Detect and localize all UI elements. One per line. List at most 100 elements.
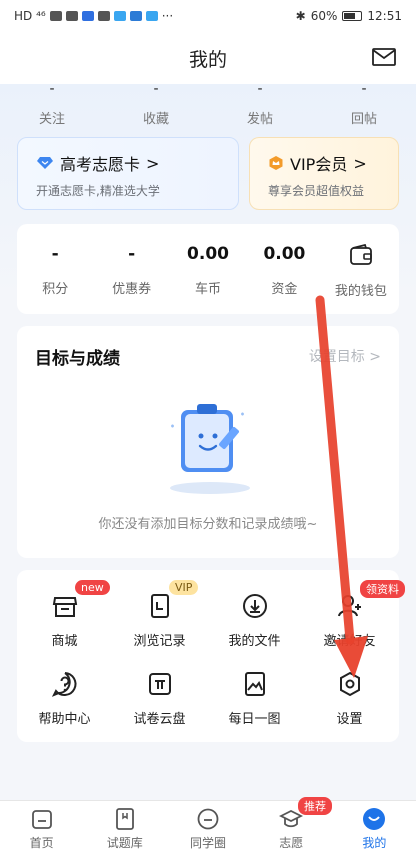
coupons-item[interactable]: - 优惠券 [93,244,169,299]
wallet-row: - 积分 - 优惠券 0.00 车币 0.00 资金 我的钱包 [17,243,399,299]
tool-invite-friends[interactable]: 邀请好友 [302,592,397,649]
chevron-right-icon: > [353,153,367,173]
crown-icon [269,156,283,170]
help-icon [51,672,76,697]
goal-empty-message: 你还没有添加目标分数和记录成绩哦~ [98,517,318,532]
more-notifications-icon: ··· [161,9,174,23]
stat-favorites[interactable]: - 收藏 [104,81,208,132]
stat-value: - [49,81,55,97]
tool-label: 浏览记录 [133,634,186,649]
home-icon [31,810,52,829]
stat-follow[interactable]: - 关注 [0,81,104,132]
tab-label: 同学圈 [190,836,227,850]
tab-label: 试题库 [106,836,143,850]
tool-history[interactable]: 浏览记录 [112,592,207,649]
wallet-card: - 积分 - 优惠券 0.00 车币 0.00 资金 我的钱包 [17,224,399,314]
tool-label: 帮助中心 [38,712,91,727]
search-notification-icon [129,11,142,21]
battery-percent: 60% [310,9,338,23]
chevron-right-icon: > [146,153,160,173]
gaokao-card-subtitle: 开通志愿卡,精准选大学 [36,184,160,198]
points-item[interactable]: - 积分 [17,244,93,299]
vip-card-title-row: VIP会员 > [268,151,367,175]
clock: 12:51 [367,9,402,23]
invite-icon [337,595,361,617]
community-icon [197,808,219,830]
tab-community[interactable]: 同学圈 [166,801,249,856]
question-bank-icon [115,808,134,830]
coupons-value: - [128,244,136,264]
stat-value: - [361,81,367,97]
stat-value: - [153,81,159,97]
shield-notification-icon [97,11,110,21]
funds-item[interactable]: 0.00 资金 [246,244,322,299]
tool-my-files[interactable]: 我的文件 [207,592,302,649]
tab-profile[interactable]: 我的 [333,801,416,856]
chevron-right-icon: > [369,349,381,365]
image-icon [244,672,265,696]
coins-value: 0.00 [187,244,229,264]
bluetooth-icon: ✱ [295,9,306,23]
tab-question-bank[interactable]: 试题库 [83,801,166,856]
stat-label: 回帖 [350,112,377,127]
tool-daily-image[interactable]: 每日一图 [207,670,302,727]
mail-icon[interactable] [372,48,396,66]
tool-settings[interactable]: 设置 [302,670,397,727]
goal-card: 目标与成绩 设置目标 > 你还没有添加目标分数和记录成绩哦~ [17,326,399,558]
coins-label: 车币 [195,282,222,297]
points-label: 积分 [42,282,69,297]
tool-exam-cloud[interactable]: 试卷云盘 [112,670,207,727]
bottom-tab-bar: 首页 试题库 同学圈 志愿 我的 [0,800,416,856]
stat-replies[interactable]: - 回帖 [312,81,416,132]
set-goal-link[interactable]: 设置目标 > [309,346,381,366]
gaokao-card-title: 高考志愿卡 [60,155,141,174]
app-notification-icon [81,11,94,21]
gaokao-card[interactable]: 高考志愿卡 > 开通志愿卡,精准选大学 [17,137,239,210]
recommend-badge: 推荐 [298,797,332,815]
coins-item[interactable]: 0.00 车币 [170,244,246,299]
battery-icon [342,11,363,21]
points-value: - [51,244,59,264]
coupons-label: 优惠券 [112,282,152,297]
download-icon [242,594,267,618]
free-materials-badge: 领资料 [360,580,405,598]
status-bar: HD ⁴⁶ ··· ✱ 60% 12:51 [0,0,416,32]
new-badge: new [75,580,110,595]
my-wallet-label: 我的钱包 [334,284,387,299]
stat-label: 关注 [38,112,65,127]
message-notification-icon [113,11,126,21]
tool-label: 商城 [51,634,78,649]
signal-icon [49,11,62,21]
wifi-icon [65,11,78,21]
tab-home[interactable]: 首页 [0,801,83,856]
stat-label: 收藏 [142,112,169,127]
tool-help-center[interactable]: 帮助中心 [17,670,112,727]
tool-label: 试卷云盘 [133,712,186,727]
tools-grid: 商城 new 浏览记录 VIP 我的文件 邀请好友 领资料 帮助中心 试卷云盘 … [17,570,405,742]
profile-stats: - 关注 - 收藏 - 发帖 - 回帖 [0,81,416,132]
stat-posts[interactable]: - 发帖 [208,81,312,132]
tool-shop[interactable]: 商城 [17,592,112,649]
tool-label: 我的文件 [228,634,281,649]
wallet-icon [349,243,372,265]
stat-value: - [257,81,263,97]
page-title: 我的 [188,48,227,71]
tab-label: 志愿 [279,836,304,850]
tab-label: 首页 [29,836,54,850]
network-label: HD ⁴⁶ [14,9,46,23]
profile-icon [363,808,386,830]
shop-icon [52,597,77,617]
vip-card[interactable]: VIP会员 > 尊享会员超值权益 [249,137,399,210]
stat-label: 发帖 [246,112,273,127]
vip-card-subtitle: 尊享会员超值权益 [268,184,365,198]
vip-card-title: VIP会员 [290,155,348,174]
tool-label: 每日一图 [228,712,281,727]
my-wallet-item[interactable]: 我的钱包 [323,243,399,299]
funds-value: 0.00 [263,244,306,264]
tool-label: 邀请好友 [323,634,376,649]
status-right: ✱ 60% 12:51 [296,9,402,23]
tab-label: 我的 [362,836,387,850]
page-header: 我的 [0,32,416,84]
settings-icon [339,671,360,697]
history-icon [150,594,169,618]
